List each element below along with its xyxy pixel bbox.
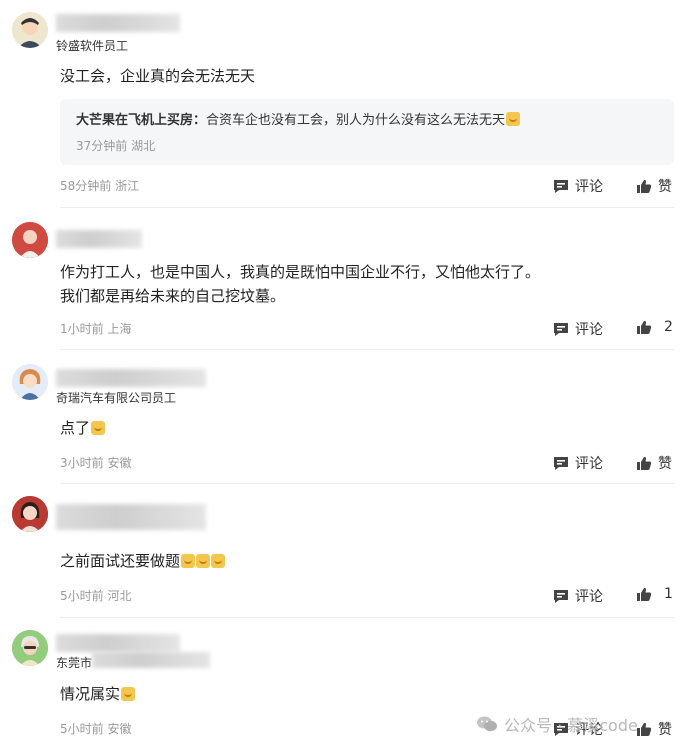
comment-button[interactable]: 评论	[553, 453, 603, 473]
quote-meta: 37分钟前 湖北	[76, 139, 156, 153]
user-title: 东莞市	[56, 656, 93, 670]
avatar[interactable]	[12, 364, 48, 400]
redacted-username	[56, 230, 142, 248]
grin-emoji-icon	[121, 687, 136, 701]
user-title: 奇瑞汽车有限公司员工	[56, 391, 177, 405]
redacted-company	[92, 652, 210, 668]
redacted-username	[56, 14, 180, 32]
like-label: 赞	[658, 456, 672, 472]
comment-meta: 5小时前 安徽	[60, 722, 132, 736]
like-label: 1	[664, 586, 673, 602]
comment-button[interactable]: 评论	[553, 319, 603, 339]
quote-text: 合资车企也没有工会，别人为什么没有这么无法无天	[206, 113, 506, 128]
comment-meta: 58分钟前 浙江	[60, 179, 140, 193]
avatar[interactable]	[12, 12, 48, 48]
like-label: 赞	[658, 179, 672, 195]
grin-emoji-icon	[91, 421, 106, 435]
like-button[interactable]: 赞	[636, 719, 672, 739]
comment-text: 点了	[60, 419, 91, 437]
comment-item: 奇瑞汽车有限公司员工 点了 3小时前 安徽 评论 赞	[0, 350, 688, 484]
avatar[interactable]	[12, 496, 48, 532]
comment-meta: 5小时前 河北	[60, 589, 132, 603]
grin-emoji-icon	[506, 112, 521, 126]
comment-button[interactable]: 评论	[553, 586, 603, 606]
quote-line: 大芒果在飞机上买房：合资车企也没有工会，别人为什么没有这么无法无天	[76, 109, 521, 128]
grin-emoji-icon	[211, 554, 226, 568]
comment-label: 评论	[575, 456, 603, 472]
comment-text-row: 点了	[60, 416, 106, 440]
comment-item: 之前面试还要做题 5小时前 河北 评论 1	[0, 484, 688, 618]
wechat-icon	[477, 716, 497, 732]
thumbs-up-icon	[637, 456, 652, 470]
comment-label: 评论	[575, 179, 603, 195]
comment-meta: 3小时前 安徽	[60, 456, 132, 470]
comment-text: 作为打工人，也是中国人，我真的是既怕中国企业不行，又怕他太行了。	[60, 263, 541, 281]
comment-item: 作为打工人，也是中国人，我真的是既怕中国企业不行，又怕他太行了。 我们都是再给未…	[0, 208, 688, 350]
comment-text-line2: 我们都是再给未来的自己挖坟墓。	[60, 287, 286, 305]
user-title: 铃盛软件员工	[56, 39, 129, 53]
like-button[interactable]: 2	[636, 319, 673, 335]
like-button[interactable]: 赞	[636, 453, 672, 473]
quote-author: 大芒果在飞机上买房	[76, 113, 194, 128]
redacted-username	[56, 634, 180, 652]
comment-label: 评论	[575, 322, 603, 338]
comment-meta: 1小时前 上海	[60, 322, 132, 336]
comment-label: 评论	[575, 589, 603, 605]
comment-icon	[554, 456, 568, 470]
redacted-username	[56, 504, 206, 530]
like-button[interactable]: 1	[636, 586, 673, 602]
comment-text-row: 之前面试还要做题	[60, 549, 226, 573]
comment-text: 没工会，企业真的会无法无天	[60, 67, 256, 85]
quoted-reply[interactable]: 大芒果在飞机上买房：合资车企也没有工会，别人为什么没有这么无法无天 37分钟前 …	[60, 99, 674, 165]
thumbs-up-icon	[637, 722, 652, 736]
thumbs-up-icon	[637, 179, 652, 193]
comment-icon	[554, 179, 568, 193]
watermark-label: 公众号 · 慕溪code	[504, 716, 638, 735]
comment-text: 之前面试还要做题	[60, 552, 181, 570]
avatar[interactable]	[12, 222, 48, 258]
comment-icon	[554, 322, 568, 336]
quote-separator: ：	[193, 113, 207, 128]
like-label: 2	[664, 319, 673, 335]
thumbs-up-icon	[637, 587, 652, 601]
redacted-username	[56, 369, 206, 387]
comment-text: 情况属实	[60, 685, 121, 703]
grin-emoji-icon	[196, 554, 211, 568]
comment-button[interactable]: 评论	[553, 176, 603, 196]
thumbs-up-icon	[637, 320, 652, 334]
like-label: 赞	[658, 722, 672, 738]
grin-emoji-icon	[181, 554, 196, 568]
comment-item: 铃盛软件员工 没工会，企业真的会无法无天 大芒果在飞机上买房：合资车企也没有工会…	[0, 0, 688, 208]
watermark: 公众号 · 慕溪code	[476, 712, 638, 736]
avatar[interactable]	[12, 630, 48, 666]
comment-text-row: 情况属实	[60, 682, 136, 706]
comment-icon	[554, 589, 568, 603]
like-button[interactable]: 赞	[636, 176, 672, 196]
